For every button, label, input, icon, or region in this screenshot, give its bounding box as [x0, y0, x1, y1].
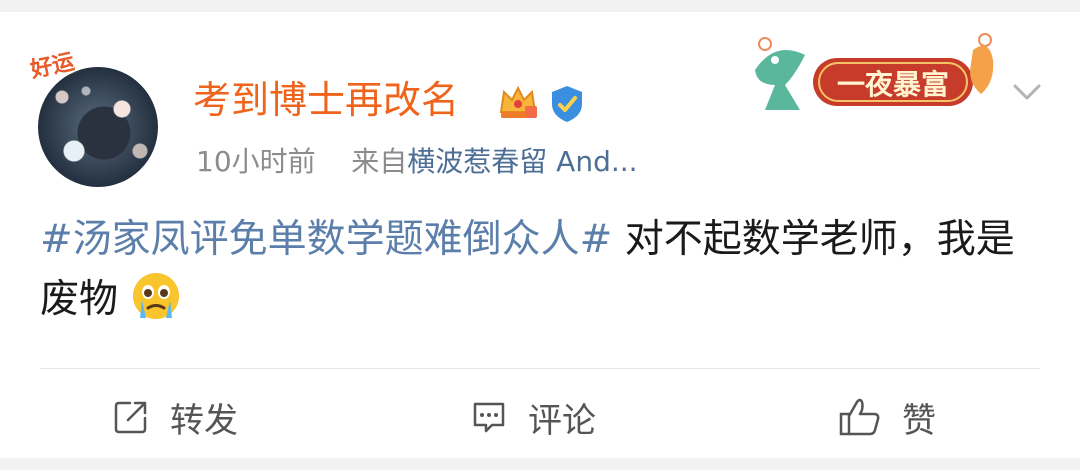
crown-icon[interactable] [497, 82, 539, 122]
comment-button[interactable]: 评论 [470, 392, 596, 442]
verified-icon[interactable] [547, 84, 587, 124]
from-prefix: 来自 [351, 145, 408, 178]
decor-banner[interactable]: 一夜暴富 [745, 30, 1005, 120]
like-button[interactable]: 赞 [838, 392, 936, 442]
post-content: #汤家凤评免单数学题难倒众人# 对不起数学老师，我是废物 [40, 210, 1020, 330]
crying-emoji-icon [133, 273, 180, 319]
avatar[interactable] [38, 67, 158, 187]
hashtag-link[interactable]: #汤家凤评免单数学题难倒众人# [40, 217, 612, 262]
banner-text: 一夜暴富 [837, 68, 949, 101]
post-meta: 10小时前 来自横波惹春留 And... [196, 142, 638, 182]
repost-button[interactable]: 转发 [112, 392, 238, 442]
chevron-down-icon[interactable] [1012, 82, 1042, 102]
post-time: 10小时前 [196, 145, 316, 178]
repost-label: 转发 [170, 400, 238, 441]
like-icon [839, 398, 880, 436]
comment-icon [473, 402, 505, 433]
divider [40, 368, 1040, 369]
username[interactable]: 考到博士再改名 [193, 74, 459, 126]
repost-icon [114, 401, 147, 434]
comment-label: 评论 [528, 400, 596, 441]
post-source[interactable]: 横波惹春留 And... [407, 145, 637, 178]
like-label: 赞 [902, 400, 936, 441]
weibo-post-card: 好运 考到博士再改名 10小时前 来自横波惹春留 And... 一夜暴富 #汤家… [0, 12, 1080, 458]
